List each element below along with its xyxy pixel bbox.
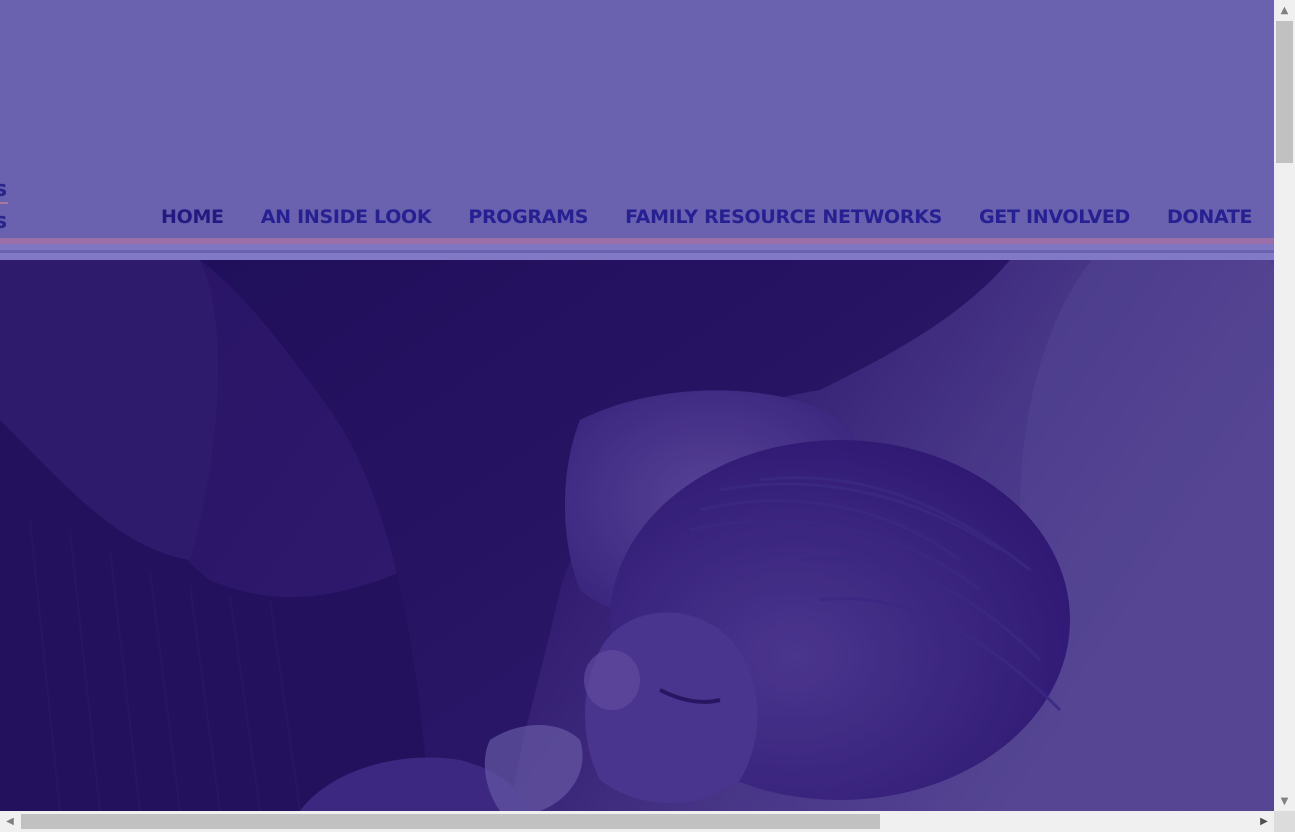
scroll-right-arrow-icon[interactable]: ▶	[1254, 811, 1274, 832]
scroll-down-arrow-icon[interactable]: ▼	[1274, 791, 1295, 811]
nav-item-donate[interactable]: DONATE	[1167, 203, 1253, 231]
page-viewport: s s HOME AN INSIDE LOOK PROGRAMS FAMILY …	[0, 0, 1274, 811]
mother-kissing-baby-photo-icon	[0, 260, 1274, 811]
horizontal-scroll-thumb[interactable]	[21, 814, 880, 829]
scrollbar-corner	[1274, 811, 1295, 832]
vertical-scrollbar[interactable]: ▲ ▼	[1274, 0, 1295, 811]
main-nav: HOME AN INSIDE LOOK PROGRAMS FAMILY RESO…	[161, 203, 1253, 231]
site-logo[interactable]: s s	[0, 174, 8, 234]
logo-divider	[0, 202, 8, 204]
hero-image	[0, 260, 1274, 811]
scroll-left-arrow-icon[interactable]: ◀	[0, 811, 20, 832]
vertical-scroll-thumb[interactable]	[1276, 21, 1293, 163]
site-header: s s HOME AN INSIDE LOOK PROGRAMS FAMILY …	[0, 0, 1274, 238]
nav-item-home[interactable]: HOME	[161, 203, 224, 231]
scroll-up-arrow-icon[interactable]: ▲	[1274, 0, 1295, 20]
header-bottom-band	[0, 253, 1274, 260]
horizontal-scrollbar[interactable]: ◀ ▶	[0, 811, 1274, 832]
nav-item-an-inside-look[interactable]: AN INSIDE LOOK	[261, 203, 432, 231]
logo-text-line-2: s	[0, 209, 8, 234]
nav-item-programs[interactable]: PROGRAMS	[468, 203, 588, 231]
nav-item-family-resource-networks[interactable]: FAMILY RESOURCE NETWORKS	[625, 203, 942, 231]
nav-item-get-involved[interactable]: GET INVOLVED	[979, 203, 1130, 231]
